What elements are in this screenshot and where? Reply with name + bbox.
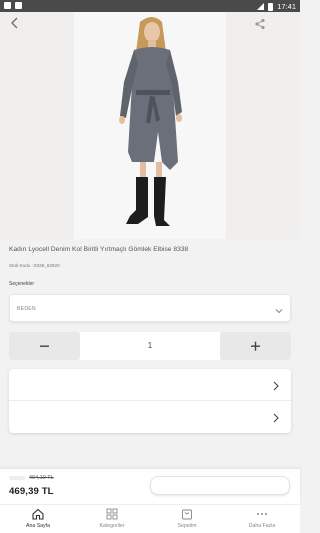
chevron-down-icon (274, 303, 284, 314)
home-icon (32, 508, 44, 520)
share-icon[interactable] (254, 17, 266, 30)
tab-label: Daha Fazla (248, 523, 276, 529)
size-select-value: BEDEN (17, 306, 36, 312)
plus-icon (251, 341, 260, 351)
details-row[interactable] (9, 369, 291, 401)
current-price: 469,39 TL (9, 486, 54, 497)
discount-badge (9, 476, 25, 480)
size-select[interactable]: BEDEN (9, 294, 291, 322)
status-time: 17:41 (277, 2, 296, 11)
chevron-right-icon (271, 379, 281, 391)
stock-code: Stok Kodu : 8338_62920 (9, 263, 60, 268)
status-right: 17:41 (257, 2, 296, 11)
battery-icon (268, 2, 274, 11)
back-arrow-icon[interactable] (8, 16, 22, 30)
tab-home[interactable]: Ana Sayfa (8, 507, 68, 533)
add-to-cart-button[interactable] (150, 476, 290, 495)
basket-icon (182, 509, 192, 520)
product-image-gallery[interactable] (0, 12, 300, 239)
quantity-value[interactable]: 1 (80, 332, 220, 360)
status-bar: 17:41 (0, 0, 300, 12)
decrease-quantity-button[interactable] (9, 332, 80, 360)
tab-label: Sepetim (177, 523, 197, 529)
details-row[interactable] (9, 401, 291, 433)
product-photo-illustration (74, 12, 226, 239)
product-photo[interactable] (74, 12, 226, 239)
tab-label: Ana Sayfa (26, 523, 50, 529)
tab-categories[interactable]: Kategoriler (82, 507, 142, 533)
notification-icon (4, 2, 11, 9)
tab-label: Kategoriler (99, 523, 125, 529)
tab-cart[interactable]: Sepetim (157, 507, 217, 533)
old-price: 494,10 TL (29, 475, 54, 481)
quantity-stepper[interactable]: 1 (9, 332, 291, 360)
product-details-panel (9, 369, 291, 433)
more-icon (257, 513, 267, 515)
status-notifications (4, 2, 22, 9)
product-title: Kadın Lyocell Denim Kol Biritli Yırtmaçl… (9, 246, 189, 253)
bottom-navigation: Ana Sayfa Kategoriler Sepetim Daha Fazla (0, 504, 300, 533)
chevron-right-icon (271, 411, 281, 423)
minus-icon (40, 345, 49, 347)
grid-icon (106, 508, 118, 520)
options-label: Seçenekler (9, 281, 35, 287)
price-bar: 494,10 TL 469,39 TL (0, 469, 300, 504)
signal-icon (257, 3, 265, 10)
increase-quantity-button[interactable] (220, 332, 291, 360)
tab-more[interactable]: Daha Fazla (232, 507, 292, 533)
app-notification-icon (15, 2, 22, 9)
